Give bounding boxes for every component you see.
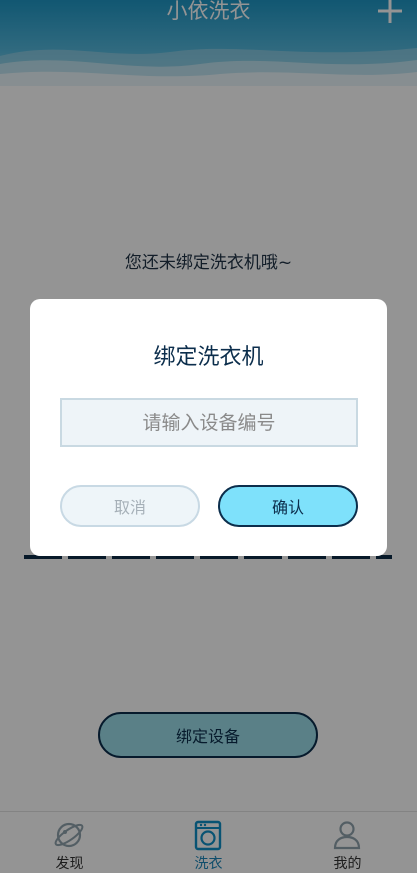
bind-washer-dialog: 绑定洗衣机 取消 确认	[30, 299, 387, 556]
confirm-button[interactable]: 确认	[218, 485, 358, 527]
device-number-input[interactable]	[60, 398, 358, 447]
dialog-title: 绑定洗衣机	[153, 345, 264, 370]
cancel-button[interactable]: 取消	[60, 485, 200, 527]
